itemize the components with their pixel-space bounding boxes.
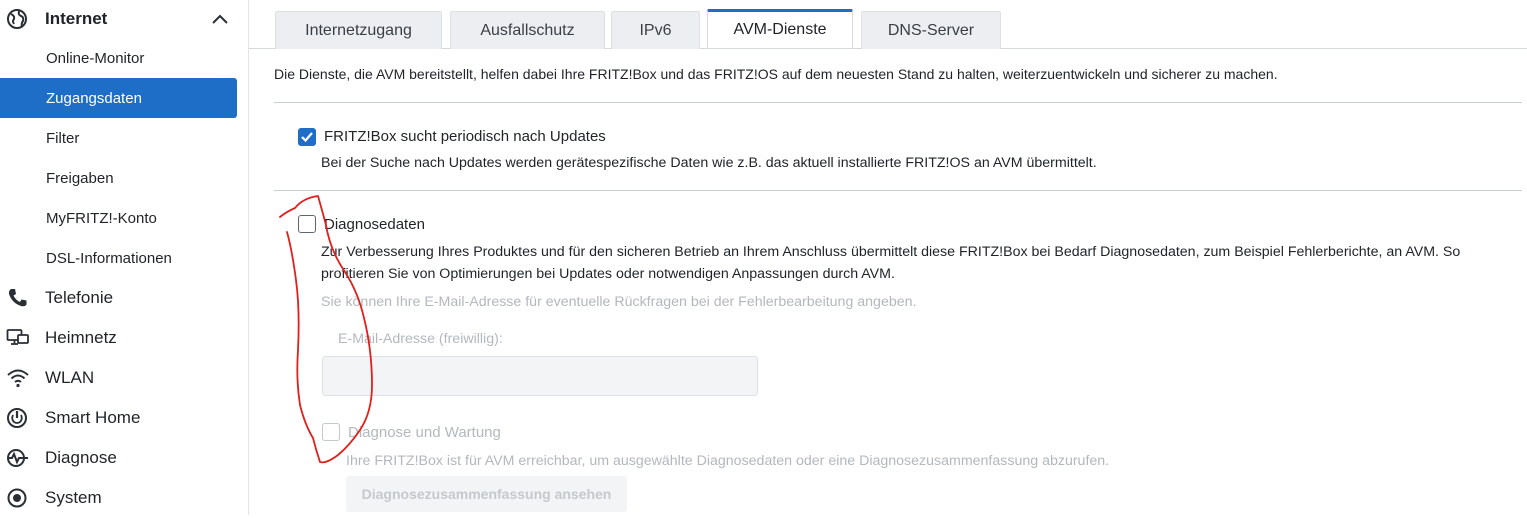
tab-label: DNS-Server — [887, 21, 975, 39]
sidebar-item-online-monitor[interactable]: Online-Monitor — [0, 38, 237, 78]
sidebar-item-label: Diagnose — [45, 448, 117, 467]
sidebar-item-label: Telefonie — [45, 288, 114, 307]
email-input[interactable] — [322, 356, 758, 396]
diagnose-icon — [7, 449, 28, 467]
diagnostics-description: Zur Verbesserung Ihres Produktes und für… — [321, 244, 1461, 282]
sidebar-item-filter[interactable]: Filter — [0, 118, 237, 158]
tab-label: IPv6 — [639, 21, 672, 39]
tab-label: Ausfallschutz — [480, 21, 575, 39]
sidebar-item-heimnetz[interactable]: Heimnetz — [0, 318, 249, 358]
checkmark-icon — [301, 132, 313, 143]
intro-text: Die Dienste, die AVM bereitstellt, helfe… — [274, 66, 1278, 82]
tab-internetzugang[interactable]: Internetzugang — [275, 11, 442, 49]
sidebar-item-dsl-informationen[interactable]: DSL-Informationen — [0, 238, 237, 278]
updates-description: Bei der Suche nach Updates werden geräte… — [321, 155, 1097, 171]
sidebar-item-label: Filter — [46, 129, 80, 147]
sidebar-item-smart-home[interactable]: Smart Home — [0, 398, 249, 438]
sidebar-item-label: System — [45, 488, 102, 507]
maintenance-label[interactable]: Diagnose und Wartung — [348, 424, 501, 441]
sidebar-item-zugangsdaten[interactable]: Zugangsdaten — [0, 78, 237, 118]
sidebar-section-label: Internet — [45, 9, 108, 28]
updates-label[interactable]: FRITZ!Box sucht periodisch nach Updates — [324, 128, 606, 145]
sidebar-item-label: Online-Monitor — [46, 49, 145, 67]
sidebar-item-label: Heimnetz — [45, 328, 117, 347]
divider — [274, 102, 1522, 103]
diagnostics-label[interactable]: Diagnosedaten — [324, 216, 425, 233]
sidebar-item-telefonie[interactable]: Telefonie — [0, 278, 249, 318]
tab-ausfallschutz[interactable]: Ausfallschutz — [450, 11, 605, 49]
sidebar-item-freigaben[interactable]: Freigaben — [0, 158, 237, 198]
system-icon — [7, 488, 27, 508]
sidebar-item-label: Freigaben — [46, 169, 114, 187]
sidebar-item-wlan[interactable]: WLAN — [0, 358, 249, 398]
tab-label: AVM-Dienste — [733, 21, 827, 38]
sidebar-item-label: Smart Home — [45, 408, 141, 427]
sidebar-item-diagnose[interactable]: Diagnose — [0, 438, 249, 478]
sidebar-item-system[interactable]: System — [0, 478, 249, 518]
chevron-up-icon[interactable] — [209, 9, 231, 29]
network-icon — [6, 329, 29, 345]
email-hint: Sie können Ihre E-Mail-Adresse für event… — [321, 294, 917, 310]
sidebar-item-internet[interactable]: Internet — [0, 0, 249, 38]
diagnosis-summary-button[interactable]: Diagnosezusammenfassung ansehen — [346, 476, 627, 512]
tab-dns-server[interactable]: DNS-Server — [861, 11, 1001, 49]
tab-label: Internetzugang — [305, 21, 412, 39]
tab-ipv6[interactable]: IPv6 — [611, 11, 700, 49]
globe-icon — [7, 9, 27, 29]
smart-home-icon — [7, 408, 27, 428]
sidebar-item-myfritz-konto[interactable]: MyFRITZ!-Konto — [0, 198, 237, 238]
updates-checkbox[interactable] — [298, 128, 316, 146]
divider — [274, 190, 1522, 191]
maintenance-description: Ihre FRITZ!Box ist für AVM erreichbar, u… — [346, 453, 1110, 469]
email-label: E-Mail-Adresse (freiwillig): — [338, 331, 503, 347]
wifi-icon — [7, 369, 29, 388]
sidebar: Internet Online-Monitor Zugangsdaten Fil… — [0, 0, 249, 515]
sidebar-item-label: MyFRITZ!-Konto — [46, 209, 157, 227]
phone-icon — [8, 289, 27, 307]
diagnostics-checkbox[interactable] — [298, 215, 316, 233]
maintenance-checkbox[interactable] — [322, 423, 340, 441]
sidebar-item-label: WLAN — [45, 368, 95, 387]
sidebar-item-label: DSL-Informationen — [46, 249, 172, 267]
sidebar-item-label: Zugangsdaten — [46, 89, 142, 107]
tab-avm-dienste[interactable]: AVM-Dienste — [707, 9, 853, 48]
